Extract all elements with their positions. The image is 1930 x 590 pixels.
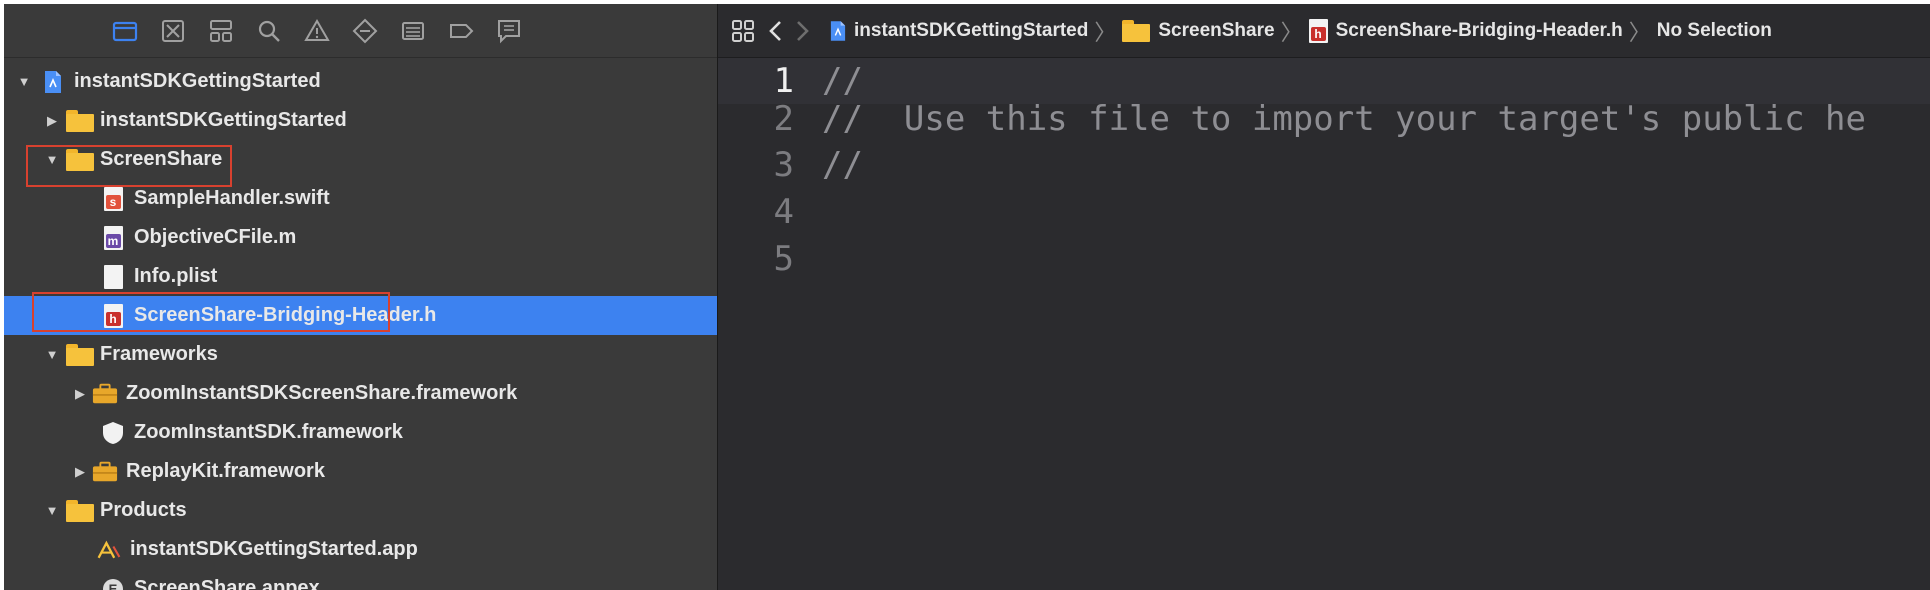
warning-icon[interactable]: [302, 16, 332, 46]
disclosure-expanded-icon[interactable]: ▼: [44, 347, 60, 363]
tree-item-label: ReplayKit.framework: [126, 460, 325, 482]
folder-icon: [66, 342, 94, 368]
tree-item-label: instantSDKGettingStarted: [100, 109, 347, 131]
search-icon[interactable]: [254, 16, 284, 46]
objc-file-icon: m: [100, 225, 126, 251]
code-line[interactable]: 5: [718, 236, 1930, 282]
tree-item-label: ScreenShare.appex: [134, 577, 320, 590]
xcode-window: ▼ instantSDKGettingStarted ▶ instantSDKG…: [4, 4, 1930, 590]
breadcrumb-selection[interactable]: No Selection: [1657, 20, 1772, 42]
tree-item-project[interactable]: ▼ instantSDKGettingStarted: [4, 62, 717, 101]
breadcrumb-separator-icon: 〉: [1280, 19, 1303, 45]
jump-bar: instantSDKGettingStarted 〉 ScreenShare 〉…: [718, 4, 1930, 58]
tree-item-framework[interactable]: ▶ ReplayKit.framework: [4, 452, 717, 491]
tree-item-framework[interactable]: ▶ ZoomInstantSDKScreenShare.framework: [4, 374, 717, 413]
breakpoint-icon[interactable]: [446, 16, 476, 46]
related-items-icon[interactable]: [732, 19, 754, 42]
tree-item-label: SampleHandler.swift: [134, 187, 330, 209]
line-number: 2: [773, 99, 794, 139]
highlight-box: [26, 145, 232, 187]
tree-item-products-group[interactable]: ▼ Products: [4, 491, 717, 530]
tree-item-file[interactable]: m ObjectiveCFile.m: [4, 218, 717, 257]
framework-icon: [92, 459, 118, 485]
breadcrumb-label: instantSDKGettingStarted: [854, 19, 1089, 41]
highlight-box: [32, 292, 390, 332]
disclosure-collapsed-icon[interactable]: ▶: [72, 464, 88, 480]
tree-item-label: Info.plist: [134, 265, 218, 287]
tree-item-label: ZoomInstantSDK.framework: [134, 421, 403, 443]
framework-icon: [92, 381, 118, 407]
tree-item-product[interactable]: instantSDKGettingStarted.app: [4, 530, 717, 569]
disclosure-expanded-icon[interactable]: ▼: [44, 503, 60, 519]
report-icon[interactable]: [494, 16, 524, 46]
svg-text:E: E: [109, 581, 118, 590]
disclosure-expanded-icon[interactable]: ▼: [16, 74, 32, 90]
symbol-icon[interactable]: [206, 16, 236, 46]
line-number: 5: [773, 239, 794, 279]
line-number: 1: [773, 61, 794, 101]
code-line[interactable]: 4: [718, 189, 1930, 235]
folder-icon: [66, 108, 94, 134]
project-file-icon: [830, 20, 846, 42]
folder-icon: [1122, 19, 1151, 42]
code-text: // Use this file to import your target's…: [822, 99, 1866, 139]
breadcrumb-group[interactable]: ScreenShare: [1122, 19, 1275, 42]
tree-item-label: instantSDKGettingStarted: [74, 70, 321, 92]
tree-item-file[interactable]: Info.plist: [4, 257, 717, 296]
tree-item-group[interactable]: ▶ instantSDKGettingStarted: [4, 101, 717, 140]
project-file-icon: [40, 69, 66, 95]
tree-item-label: Frameworks: [100, 343, 218, 365]
debug-icon[interactable]: [398, 16, 428, 46]
breadcrumb-separator-icon: 〉: [1628, 19, 1651, 45]
swift-file-icon: s: [100, 186, 126, 212]
breadcrumb-label: ScreenShare: [1158, 19, 1275, 41]
tree-item-label: Products: [100, 499, 187, 521]
tree-item-label: ObjectiveCFile.m: [134, 226, 297, 248]
tree-item-product[interactable]: E ScreenShare.appex: [4, 569, 717, 590]
folder-icon: [66, 498, 94, 524]
breadcrumb-project[interactable]: instantSDKGettingStarted: [830, 20, 1088, 42]
breadcrumb-label: No Selection: [1656, 19, 1772, 41]
back-chevron-icon[interactable]: [768, 20, 782, 42]
source-editor: instantSDKGettingStarted 〉 ScreenShare 〉…: [718, 4, 1930, 590]
breadcrumb-separator-icon: 〉: [1094, 19, 1117, 45]
navigator-toolbar: [4, 4, 717, 58]
breadcrumb-label: ScreenShare-Bridging-Header.h: [1335, 19, 1623, 41]
tree-item-label: ZoomInstantSDKScreenShare.framework: [126, 382, 518, 404]
test-icon[interactable]: [350, 16, 380, 46]
plist-file-icon: [100, 264, 126, 290]
header-file-icon: h: [1308, 18, 1328, 43]
line-number: 4: [773, 192, 794, 232]
forward-chevron-icon[interactable]: [796, 20, 810, 42]
disclosure-collapsed-icon[interactable]: ▶: [72, 386, 88, 402]
tree-item-frameworks-group[interactable]: ▼ Frameworks: [4, 335, 717, 374]
app-icon: [96, 537, 122, 563]
appex-icon: E: [100, 576, 126, 590]
folder-icon[interactable]: [110, 16, 140, 46]
tree-item-framework[interactable]: ZoomInstantSDK.framework: [4, 413, 717, 452]
project-navigator: ▼ instantSDKGettingStarted ▶ instantSDKG…: [4, 4, 718, 590]
breadcrumb-file[interactable]: h ScreenShare-Bridging-Header.h: [1308, 18, 1623, 43]
tree-item-label: instantSDKGettingStarted.app: [130, 538, 418, 560]
disclosure-collapsed-icon[interactable]: ▶: [44, 113, 60, 129]
line-number: 3: [773, 145, 794, 185]
code-text: //: [822, 61, 863, 101]
code-line[interactable]: 2 // Use this file to import your target…: [718, 96, 1930, 142]
source-control-icon[interactable]: [158, 16, 188, 46]
shield-framework-icon: [100, 420, 126, 446]
code-text: //: [822, 145, 863, 185]
code-line[interactable]: 3 //: [718, 142, 1930, 188]
